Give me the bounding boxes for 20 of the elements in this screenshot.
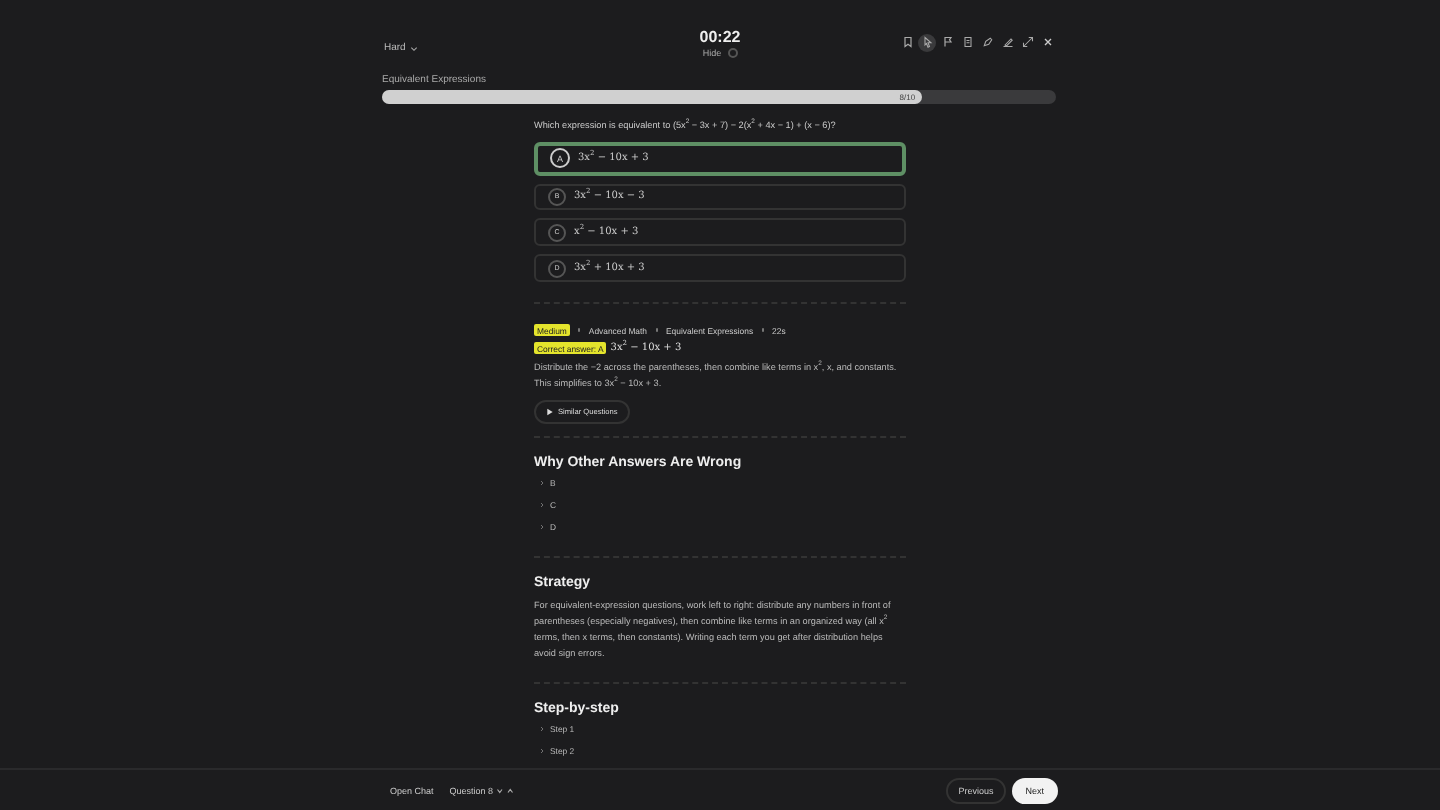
- bookmark-icon: [901, 36, 913, 48]
- timer: 00:22: [699, 27, 741, 45]
- flag-tool[interactable]: [938, 33, 956, 51]
- close-icon: [1041, 36, 1053, 48]
- chevrons-icon: [495, 787, 514, 793]
- expand-tool[interactable]: [1018, 33, 1036, 51]
- pointer-icon: [921, 36, 933, 48]
- pencil-icon: [981, 36, 993, 48]
- pencil-tool[interactable]: [978, 33, 996, 51]
- play-icon: [546, 408, 554, 416]
- pointer-tool[interactable]: [918, 33, 936, 51]
- highlight-tool[interactable]: [998, 33, 1016, 51]
- hide-toggle[interactable]: [727, 47, 738, 57]
- highlight-icon: [1001, 36, 1013, 48]
- expand-icon: [1021, 36, 1033, 48]
- note-tool[interactable]: [958, 33, 976, 51]
- bookmark-tool[interactable]: [898, 33, 916, 51]
- flag-icon: [941, 36, 953, 48]
- chevron-down-icon: [409, 45, 418, 51]
- note-icon: [961, 36, 973, 48]
